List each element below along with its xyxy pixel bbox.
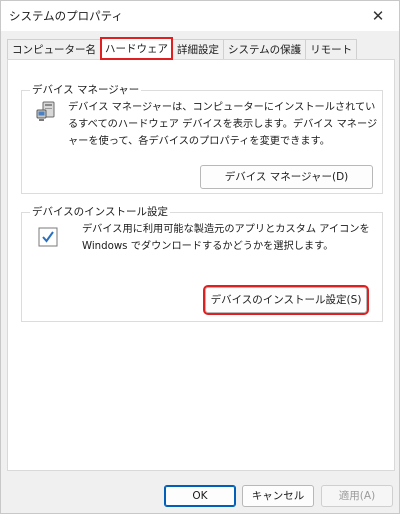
- checkbox-settings-icon: [38, 227, 58, 247]
- tab-remote[interactable]: リモート: [305, 39, 358, 60]
- cancel-button[interactable]: キャンセル: [242, 485, 314, 507]
- tab-computer-name[interactable]: コンピューター名: [7, 39, 101, 60]
- tab-advanced[interactable]: 詳細設定: [172, 39, 224, 60]
- apply-button[interactable]: 適用(A): [321, 485, 393, 507]
- tab-hardware[interactable]: ハードウェア: [100, 37, 173, 60]
- title-bar: システムのプロパティ ✕: [1, 1, 399, 31]
- window-title: システムのプロパティ: [9, 9, 123, 23]
- device-install-settings-button[interactable]: デバイスのインストール設定(S): [203, 285, 369, 315]
- tab-panel-hardware: デバイス マネージャー デバイス マネージャーは、コンピューターにインストールさ…: [7, 59, 395, 471]
- system-properties-window: システムのプロパティ ✕ コンピューター名 ハードウェア 詳細設定 システムの保…: [0, 0, 400, 514]
- tab-strip: コンピューター名 ハードウェア 詳細設定 システムの保護 リモート: [7, 37, 358, 60]
- tab-system-protection[interactable]: システムの保護: [223, 39, 307, 60]
- close-icon[interactable]: ✕: [365, 4, 391, 28]
- device-install-settings-group: デバイスのインストール設定 デバイス用に利用可能な製造元のアプリとカスタム アイ…: [21, 204, 383, 322]
- device-install-group-label: デバイスのインストール設定: [30, 204, 170, 219]
- device-manager-icon: [36, 101, 55, 121]
- device-install-description: デバイス用に利用可能な製造元のアプリとカスタム アイコンを Windows でダ…: [82, 224, 370, 252]
- device-manager-button[interactable]: デバイス マネージャー(D): [200, 165, 373, 189]
- ok-button[interactable]: OK: [164, 485, 236, 507]
- device-manager-description: デバイス マネージャーは、コンピューターにインストールされているすべてのハードウ…: [68, 102, 378, 147]
- device-manager-group-label: デバイス マネージャー: [30, 82, 142, 97]
- device-manager-group: デバイス マネージャー デバイス マネージャーは、コンピューターにインストールさ…: [21, 82, 383, 194]
